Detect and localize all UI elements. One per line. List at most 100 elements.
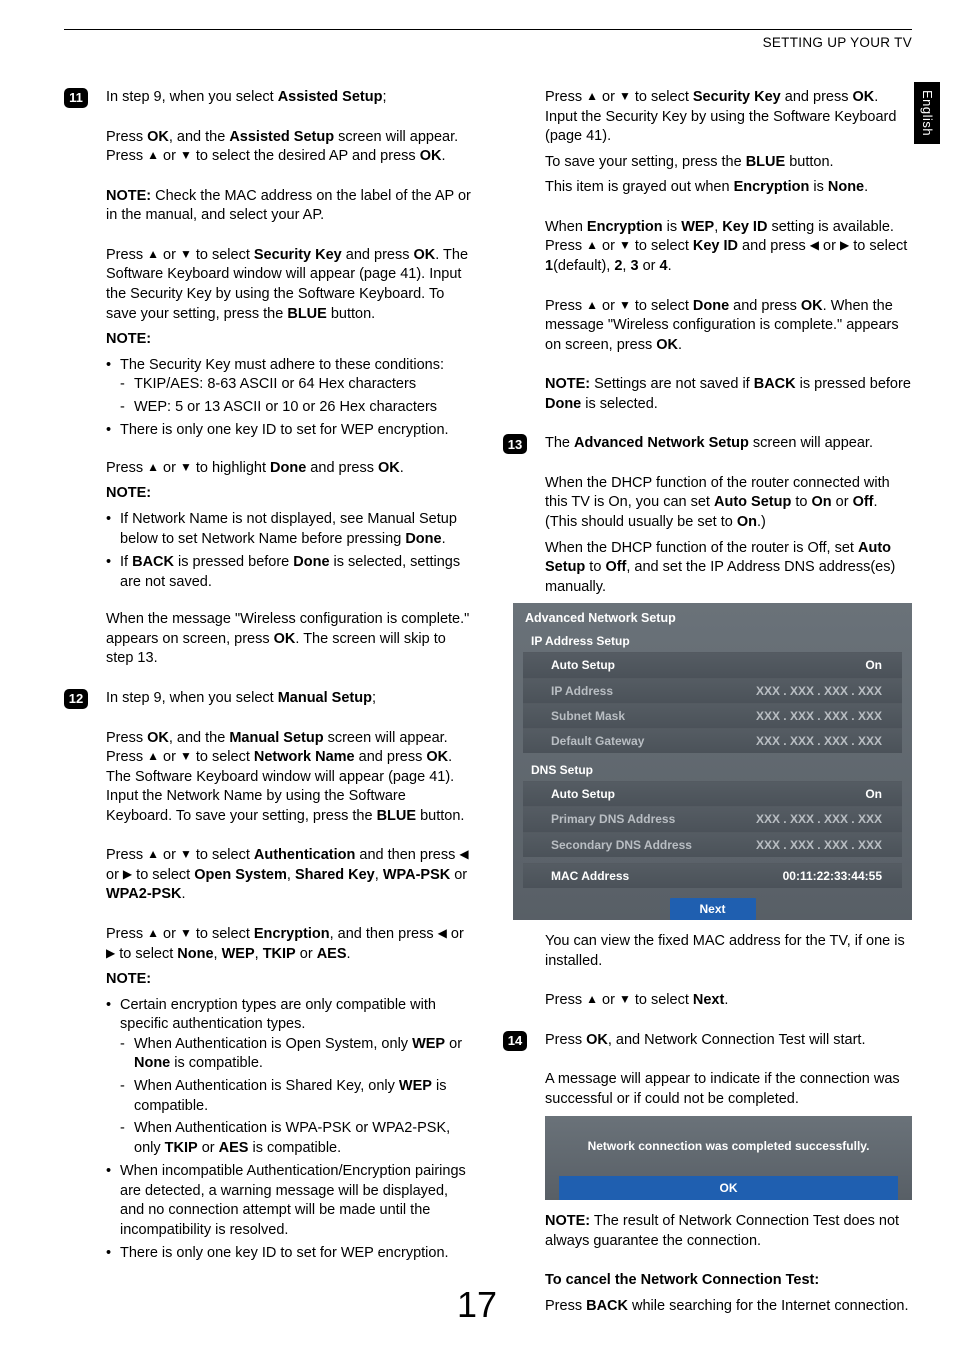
s11-intro: In step 9, when you select Assisted Setu… xyxy=(106,88,473,108)
osd-row: Auto Setup On xyxy=(523,652,902,677)
up-icon: ▲ xyxy=(586,238,598,252)
up-icon: ▲ xyxy=(147,460,159,474)
right-column: Press ▲ or ▼ to select Security Key and … xyxy=(503,88,912,1322)
osd-row-mac: MAC Address 00:11:22:33:44:55 xyxy=(523,863,902,888)
down-icon: ▼ xyxy=(180,749,192,763)
step-badge-13: 13 xyxy=(503,434,527,454)
up-icon: ▲ xyxy=(586,298,598,312)
step-badge-14: 14 xyxy=(503,1031,527,1051)
osd-row: IP Address XXX . XXX . XXX . XXX xyxy=(523,678,902,703)
s14-p1: Press OK, and Network Connection Test wi… xyxy=(545,1031,912,1051)
s11-note2-list: The Security Key must adhere to these co… xyxy=(106,356,473,441)
right-icon: ▶ xyxy=(840,238,849,252)
header-section-title: SETTING UP YOUR TV xyxy=(763,34,912,52)
list-item: TKIP/AES: 8-63 ASCII or 64 Hex character… xyxy=(120,375,473,395)
osd-dns-title: DNS Setup xyxy=(513,759,912,781)
up-icon: ▲ xyxy=(147,847,159,861)
osd-mac-label: MAC Address xyxy=(551,868,629,884)
step-badge-12: 12 xyxy=(64,689,88,709)
osd-row-value: On xyxy=(865,786,882,802)
up-icon: ▲ xyxy=(586,89,598,103)
s12-note1-head: NOTE: xyxy=(106,970,473,990)
down-icon: ▼ xyxy=(180,247,192,261)
osd-title: Advanced Network Setup xyxy=(513,603,912,630)
list-item: When Authentication is Open System, only… xyxy=(120,1035,473,1074)
s13-p2b: When the DHCP function of the router is … xyxy=(545,539,912,598)
down-icon: ▼ xyxy=(619,238,631,252)
s12r-p1: Press ▲ or ▼ to select Security Key and … xyxy=(545,88,912,147)
s11-note2-head: NOTE: xyxy=(106,330,473,350)
s12r-p1b: To save your setting, press the BLUE but… xyxy=(545,153,912,173)
s13-p1: The Advanced Network Setup screen will a… xyxy=(545,434,912,454)
osd-mac-value: 00:11:22:33:44:55 xyxy=(783,868,882,884)
up-icon: ▲ xyxy=(586,992,598,1006)
s12-note1-list: Certain encryption types are only compat… xyxy=(106,996,473,1264)
s12-intro: In step 9, when you select Manual Setup; xyxy=(106,689,473,709)
osd-row-label: Secondary DNS Address xyxy=(551,837,692,853)
list-item: Certain encryption types are only compat… xyxy=(106,996,473,1159)
osd-row-value: XXX . XXX . XXX . XXX xyxy=(756,683,882,699)
list-item: WEP: 5 or 13 ASCII or 10 or 26 Hex chara… xyxy=(120,398,473,418)
osd-row-value: XXX . XXX . XXX . XXX xyxy=(756,837,882,853)
osd-ip-title: IP Address Setup xyxy=(513,630,912,652)
osd-row-label: Auto Setup xyxy=(551,657,615,673)
left-icon: ◀ xyxy=(438,926,447,940)
osd-next-button[interactable]: Next xyxy=(670,898,756,920)
osd-row-value: On xyxy=(865,657,882,673)
up-icon: ▲ xyxy=(147,749,159,763)
s11-note3-list: If Network Name is not displayed, see Ma… xyxy=(106,510,473,592)
step-12: 12 In step 9, when you select Manual Set… xyxy=(64,689,473,1264)
s12r-note: NOTE: Settings are not saved if BACK is … xyxy=(545,375,912,414)
right-icon: ▶ xyxy=(106,946,115,960)
osd-row: Primary DNS AddressXXX . XXX . XXX . XXX xyxy=(523,806,902,831)
down-icon: ▼ xyxy=(619,89,631,103)
osd-row: Subnet Mask XXX . XXX . XXX . XXX xyxy=(523,703,902,728)
list-item: The Security Key must adhere to these co… xyxy=(106,356,473,418)
list-item: When Authentication is WPA-PSK or WPA2-P… xyxy=(120,1119,473,1158)
osd-row-value: XXX . XXX . XXX . XXX xyxy=(756,733,882,749)
osd-row-label: Subnet Mask xyxy=(551,708,625,724)
s11-p3: Press ▲ or ▼ to highlight Done and press… xyxy=(106,459,473,479)
s11-p1: Press OK, and the Assisted Setup screen … xyxy=(106,128,473,167)
osd-row-value: XXX . XXX . XXX . XXX xyxy=(756,708,882,724)
s13-p2: When the DHCP function of the router con… xyxy=(545,474,912,533)
left-column: 11 In step 9, when you select Assisted S… xyxy=(64,88,473,1322)
list-item: There is only one key ID to set for WEP … xyxy=(106,421,473,441)
osd-msg-text: Network connection was completed success… xyxy=(545,1116,912,1176)
step-11: 11 In step 9, when you select Assisted S… xyxy=(64,88,473,669)
s12r-p2: When Encryption is WEP, Key ID setting i… xyxy=(545,218,912,277)
language-tab: English xyxy=(914,82,940,144)
s12-p2: Press ▲ or ▼ to select Authentication an… xyxy=(106,846,473,905)
s12r-p3: Press ▲ or ▼ to select Done and press OK… xyxy=(545,297,912,356)
left-icon: ◀ xyxy=(810,238,819,252)
down-icon: ▼ xyxy=(180,460,192,474)
osd-row-label: Primary DNS Address xyxy=(551,811,675,827)
osd-row-label: IP Address xyxy=(551,683,613,699)
down-icon: ▼ xyxy=(180,847,192,861)
down-icon: ▼ xyxy=(180,148,192,162)
step-badge-11: 11 xyxy=(64,88,88,108)
osd-advanced-network-setup: Advanced Network Setup IP Address Setup … xyxy=(513,603,912,920)
s14-note: NOTE: The result of Network Connection T… xyxy=(545,1212,912,1251)
osd-row-label: Auto Setup xyxy=(551,786,615,802)
s11-note3-head: NOTE: xyxy=(106,484,473,504)
s14-p2: A message will appear to indicate if the… xyxy=(545,1070,912,1109)
s13-after2: Press ▲ or ▼ to select Next. xyxy=(545,991,912,1011)
osd-row: Default GatewayXXX . XXX . XXX . XXX xyxy=(523,728,902,753)
s12-p3: Press ▲ or ▼ to select Encryption, and t… xyxy=(106,925,473,964)
down-icon: ▼ xyxy=(180,926,192,940)
left-icon: ◀ xyxy=(459,847,468,861)
s12r-p1c: This item is grayed out when Encryption … xyxy=(545,178,912,198)
osd-ok-button[interactable]: OK xyxy=(559,1176,898,1200)
s12-p1: Press OK, and the Manual Setup screen wi… xyxy=(106,729,473,827)
up-icon: ▲ xyxy=(147,148,159,162)
s11-note1: NOTE: Check the MAC address on the label… xyxy=(106,187,473,226)
up-icon: ▲ xyxy=(147,247,159,261)
osd-row: Secondary DNS Address XXX . XXX . XXX . X… xyxy=(523,832,902,857)
list-item: If BACK is pressed before Done is select… xyxy=(106,553,473,592)
down-icon: ▼ xyxy=(619,298,631,312)
list-item: When Authentication is Shared Key, only … xyxy=(120,1077,473,1116)
list-item: There is only one key ID to set for WEP … xyxy=(106,1244,473,1264)
up-icon: ▲ xyxy=(147,926,159,940)
osd-row: Auto Setup On xyxy=(523,781,902,806)
